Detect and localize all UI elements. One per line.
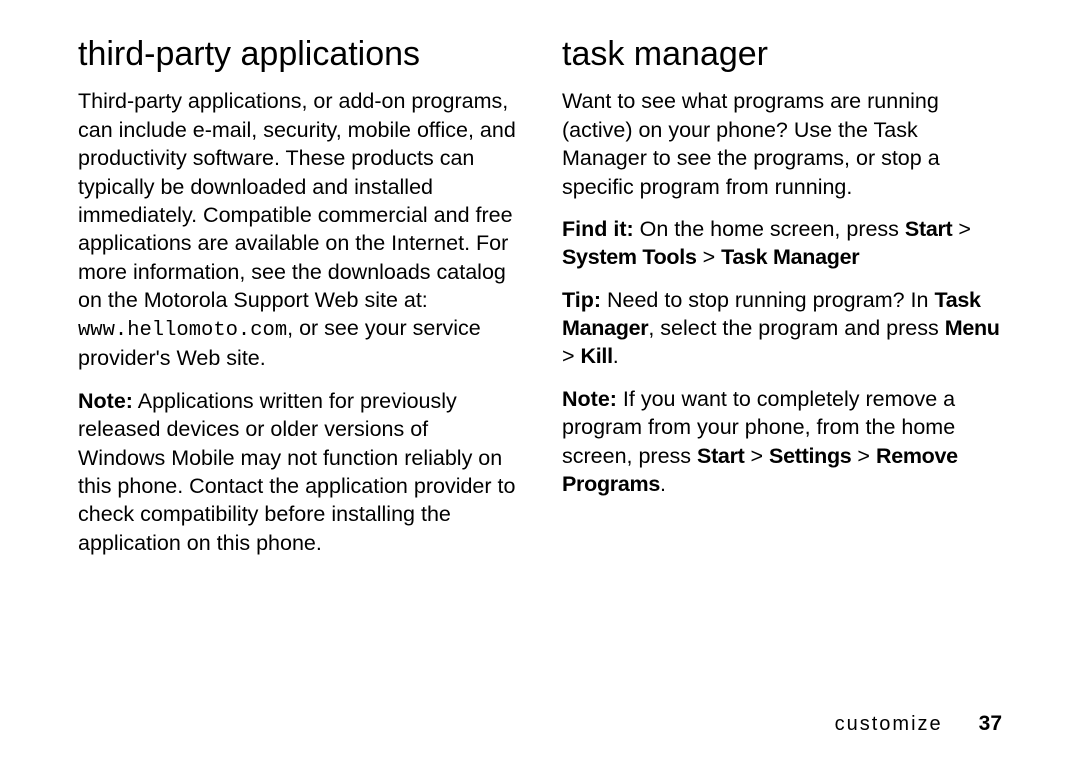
nav-system-tools: System Tools <box>562 245 697 269</box>
right-paragraph-2-findit: Find it: On the home screen, press Start… <box>562 215 1002 272</box>
tip-label: Tip: <box>562 288 601 312</box>
nav-start: Start <box>697 444 744 468</box>
text: > <box>562 344 581 368</box>
manual-page: third-party applications Third-party app… <box>0 0 1080 764</box>
heading-task-manager: task manager <box>562 36 1002 73</box>
text: Need to stop running program? In <box>601 288 934 312</box>
text: Applications written for previously rele… <box>78 389 515 555</box>
text: > <box>952 217 971 241</box>
nav-kill: Kill <box>581 344 613 368</box>
page-number: 37 <box>979 712 1002 736</box>
text: > <box>745 444 770 468</box>
nav-task-manager: Task Manager <box>721 245 859 269</box>
find-it-label: Find it: <box>562 217 634 241</box>
heading-third-party-apps: third-party applications <box>78 36 518 73</box>
text: > <box>697 245 722 269</box>
two-column-layout: third-party applications Third-party app… <box>78 36 1002 571</box>
left-column: third-party applications Third-party app… <box>78 36 518 571</box>
text: On the home screen, press <box>634 217 905 241</box>
right-paragraph-3-tip: Tip: Need to stop running program? In Ta… <box>562 286 1002 371</box>
right-paragraph-1: Want to see what programs are running (a… <box>562 87 1002 201</box>
left-paragraph-2-note: Note: Applications written for previousl… <box>78 387 518 557</box>
right-column: task manager Want to see what programs a… <box>562 36 1002 571</box>
page-footer: customize 37 <box>835 712 1002 736</box>
nav-menu: Menu <box>945 316 1000 340</box>
text: Third-party applications, or add-on prog… <box>78 89 516 312</box>
right-paragraph-4-note: Note: If you want to completely remove a… <box>562 385 1002 499</box>
footer-section-label: customize <box>835 713 943 736</box>
text: . <box>613 344 619 368</box>
left-paragraph-1: Third-party applications, or add-on prog… <box>78 87 518 372</box>
nav-start: Start <box>905 217 952 241</box>
nav-settings: Settings <box>769 444 851 468</box>
text: . <box>660 472 666 496</box>
note-label: Note: <box>562 387 617 411</box>
url-text: www.hellomoto.com <box>78 319 287 342</box>
text: > <box>851 444 876 468</box>
note-label: Note: <box>78 389 133 413</box>
text: , select the program and press <box>648 316 944 340</box>
